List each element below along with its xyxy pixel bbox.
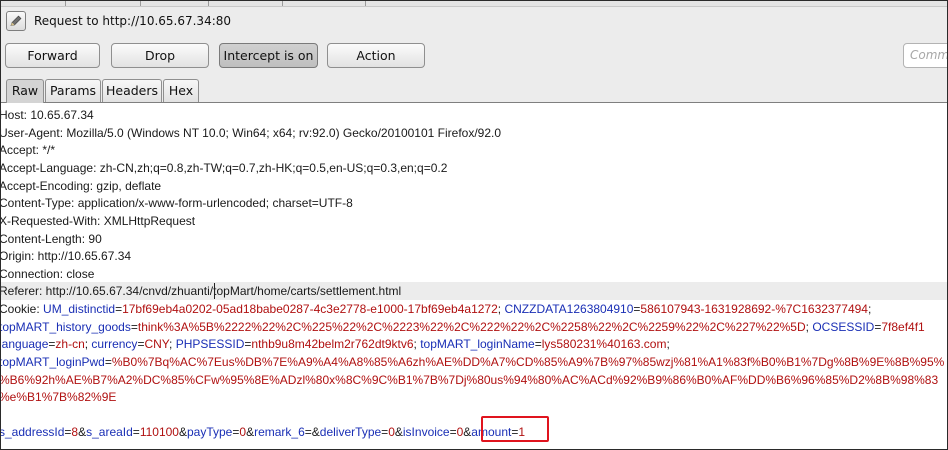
param-name: language bbox=[1, 337, 49, 351]
edit-pencil-icon[interactable] bbox=[6, 11, 26, 31]
param-value: 7f8ef4f1 bbox=[881, 320, 925, 334]
tab-raw[interactable]: Raw bbox=[6, 79, 44, 103]
param-value: think%3A%5B%2222%22%2C%225%22%2C%2223%22… bbox=[137, 320, 806, 334]
strip-divider bbox=[365, 1, 366, 6]
param-value: 8 bbox=[71, 425, 79, 439]
tab-params[interactable]: Params bbox=[45, 79, 101, 102]
header-line-user-agent: User-Agent: Mozilla/5.0 (Windows NT 10.0… bbox=[1, 126, 502, 140]
message-view-tabs: Raw Params Headers Hex bbox=[1, 75, 947, 103]
forward-button[interactable]: Forward bbox=[5, 43, 100, 68]
param-name: topMART_loginPwd bbox=[1, 355, 105, 369]
param-value: 110100 bbox=[139, 425, 179, 439]
param-name: topMART_loginName bbox=[420, 337, 535, 351]
intercept-toolbar: Forward Drop Intercept is on Action Comm… bbox=[1, 37, 947, 75]
strip-divider bbox=[65, 1, 66, 6]
param-value: %B0%7Bq%AC%7Eus%DB%7E%A9%A4%A8%85%A6zh%A… bbox=[111, 355, 945, 369]
action-button[interactable]: Action bbox=[327, 43, 425, 68]
tab-headers[interactable]: Headers bbox=[102, 79, 162, 102]
param-value: nthb9u8m42belm2r762dt9ktv6 bbox=[251, 337, 414, 351]
strip-divider bbox=[282, 1, 283, 6]
param-name: topMART_history_goods bbox=[1, 320, 131, 334]
param-name: deliverType bbox=[319, 425, 382, 439]
cookie-line: topMART_loginPwd=%B0%7Bq%AC%7Eus%DB%7E%A… bbox=[1, 355, 945, 369]
param-value: 586107943-1631928692-%7C1632377494 bbox=[640, 302, 868, 316]
header-line-content-length: Content-Length: 90 bbox=[1, 232, 102, 246]
header-line-x-requested-with: X-Requested-With: XMLHttpRequest bbox=[1, 214, 196, 228]
strip-divider bbox=[140, 1, 141, 6]
header-line-connection: Connection: close bbox=[1, 267, 95, 281]
intercept-toggle-button[interactable]: Intercept is on bbox=[219, 43, 318, 68]
param-name: isInvoice bbox=[402, 425, 450, 439]
param-name: remark_6 bbox=[254, 425, 305, 439]
strip-divider bbox=[208, 1, 209, 6]
param-name: payType bbox=[186, 425, 233, 439]
raw-request-editor[interactable]: Host: 10.65.67.34 User-Agent: Mozilla/5.… bbox=[1, 103, 947, 449]
amount-highlight-box bbox=[481, 416, 549, 442]
header-line-content-type: Content-Type: application/x-www-form-url… bbox=[1, 196, 353, 210]
cookie-line: %B6%92h%AE%B7%A2%DC%85%CFw%95%8E%ADzl%80… bbox=[1, 373, 939, 387]
request-target-label: Request to http://10.65.67.34:80 bbox=[34, 14, 232, 28]
request-body-line: s_addressId=8&s_areaId=110100&payType=0&… bbox=[1, 425, 526, 439]
cookie-line: Cookie: UM_distinctid=17bf69eb4a0202-05a… bbox=[1, 302, 872, 316]
text-caret bbox=[214, 283, 215, 299]
header-line-origin: Origin: http://10.65.67.34 bbox=[1, 249, 132, 263]
param-value: 17bf69eb4a0202-05ad18babe0287-4c3e2778-e… bbox=[122, 302, 498, 316]
param-name: s_areaId bbox=[86, 425, 133, 439]
param-value: 0 bbox=[456, 425, 464, 439]
tab-hex[interactable]: Hex bbox=[163, 79, 199, 102]
param-name: currency bbox=[91, 337, 138, 351]
drop-button[interactable]: Drop bbox=[111, 43, 209, 68]
cookie-line: %e%B1%7B%82%9E bbox=[1, 390, 117, 404]
request-info-bar: Request to http://10.65.67.34:80 bbox=[1, 7, 947, 37]
param-value: CNY bbox=[144, 337, 170, 351]
param-value: zh-cn bbox=[55, 337, 85, 351]
comment-field[interactable]: Comment bbox=[903, 43, 947, 68]
param-name: s_addressId bbox=[1, 425, 65, 439]
header-line-accept-encoding: Accept-Encoding: gzip, deflate bbox=[1, 179, 162, 193]
param-value: lys580231%40163.com bbox=[541, 337, 667, 351]
cookie-line: topMART_history_goods=think%3A%5B%2222%2… bbox=[1, 320, 925, 334]
header-line-accept-language: Accept-Language: zh-CN,zh;q=0.8,zh-TW;q=… bbox=[1, 161, 448, 175]
header-line-accept: Accept: */* bbox=[1, 143, 56, 157]
burp-intercept-window: Request to http://10.65.67.34:80 Forward… bbox=[0, 0, 948, 450]
param-name: OCSESSID bbox=[812, 320, 875, 334]
param-name: UM_distinctid bbox=[43, 302, 116, 316]
cookie-prefix: Cookie: bbox=[1, 302, 44, 316]
cookie-line: language=zh-cn; currency=CNY; PHPSESSID=… bbox=[1, 337, 670, 351]
header-line-referer: Referer: http://10.65.67.34/cnvd/zhuanti… bbox=[1, 284, 402, 298]
param-value: 0 bbox=[388, 425, 395, 439]
header-line-host: Host: 10.65.67.34 bbox=[1, 108, 94, 122]
param-value: 0 bbox=[239, 425, 247, 439]
param-name: PHPSESSID bbox=[175, 337, 245, 351]
param-name: CNZZDATA1263804910 bbox=[504, 302, 634, 316]
